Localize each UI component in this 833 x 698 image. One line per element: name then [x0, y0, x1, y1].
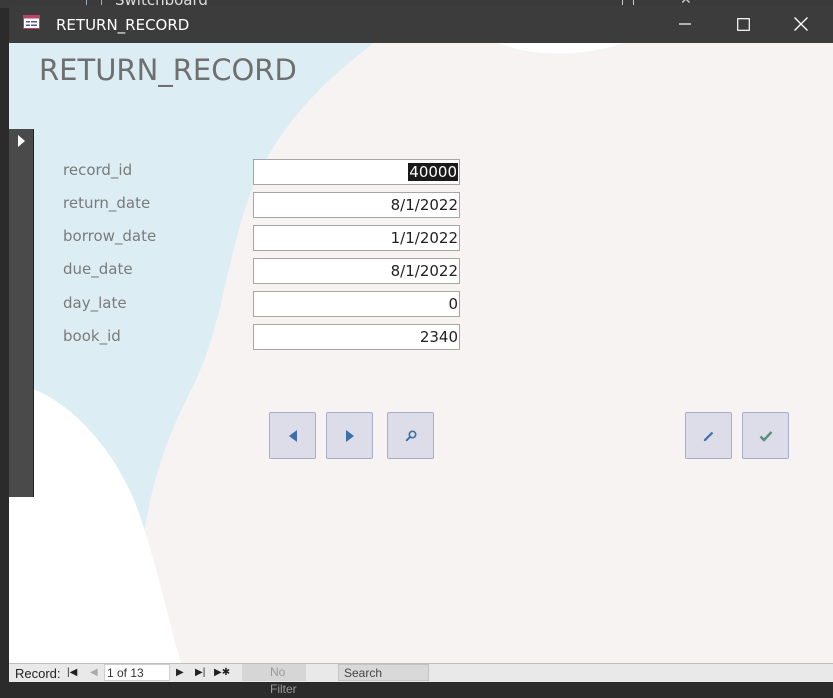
book-id-label: book_id	[63, 327, 121, 345]
day-late-field[interactable]: 0	[253, 291, 460, 317]
record-id-label: record_id	[63, 161, 133, 179]
title-bar: RETURN_RECORD	[9, 5, 833, 43]
return-date-field[interactable]: 8/1/2022	[253, 192, 460, 218]
save-record-button[interactable]	[742, 412, 789, 459]
find-record-button[interactable]	[387, 412, 434, 459]
due-date-field[interactable]: 8/1/2022	[253, 258, 460, 284]
triangle-left-icon	[288, 429, 297, 442]
record-navigation-bar: Record: |◀ ◀ 1 of 13 ▶ ▶| ▶✱ No Filter S…	[9, 663, 833, 696]
magnifier-icon	[404, 429, 417, 442]
day-late-label: day_late	[63, 294, 127, 312]
record-counter-input[interactable]: 1 of 13	[104, 664, 170, 681]
borrow-date-label: borrow_date	[63, 227, 157, 245]
close-button[interactable]	[772, 5, 830, 43]
window-title: RETURN_RECORD	[56, 16, 190, 34]
borrow-date-field[interactable]: 1/1/2022	[253, 225, 460, 251]
close-icon	[794, 17, 808, 31]
next-record-icon[interactable]: ▶	[176, 667, 184, 678]
background-artwork	[9, 43, 833, 663]
maximize-icon	[736, 17, 750, 31]
first-record-icon[interactable]: |◀	[67, 667, 77, 678]
current-record-icon	[18, 135, 25, 147]
form-heading: RETURN_RECORD	[39, 53, 297, 87]
previous-record-button[interactable]	[269, 412, 316, 459]
record-id-field[interactable]: 40000	[253, 159, 460, 185]
form-body: RETURN_RECORD record_id 40000 return_dat…	[9, 43, 833, 663]
form-icon	[23, 15, 40, 29]
return-date-label: return_date	[63, 194, 151, 212]
minimize-button[interactable]	[656, 5, 714, 43]
previous-record-icon[interactable]: ◀	[90, 667, 98, 678]
book-id-field[interactable]: 2340	[253, 324, 460, 350]
last-record-icon[interactable]: ▶|	[195, 667, 205, 678]
search-input[interactable]: Search	[338, 664, 429, 681]
new-record-icon[interactable]: ▶✱	[214, 667, 230, 678]
triangle-right-icon	[345, 429, 354, 442]
return-record-window: RETURN_RECORD RETURN_RECORD record_id 40…	[9, 5, 833, 696]
record-selector[interactable]	[9, 129, 34, 497]
pencil-icon	[703, 431, 713, 441]
next-record-button[interactable]	[326, 412, 373, 459]
maximize-button[interactable]	[714, 5, 772, 43]
due-date-label: due_date	[63, 260, 133, 278]
filter-indicator[interactable]: No Filter	[242, 664, 306, 696]
edit-record-button[interactable]	[685, 412, 732, 459]
checkmark-icon	[759, 430, 772, 442]
record-label: Record:	[15, 666, 61, 681]
minimize-icon	[679, 23, 691, 25]
record-id-value: 40000	[408, 163, 458, 181]
